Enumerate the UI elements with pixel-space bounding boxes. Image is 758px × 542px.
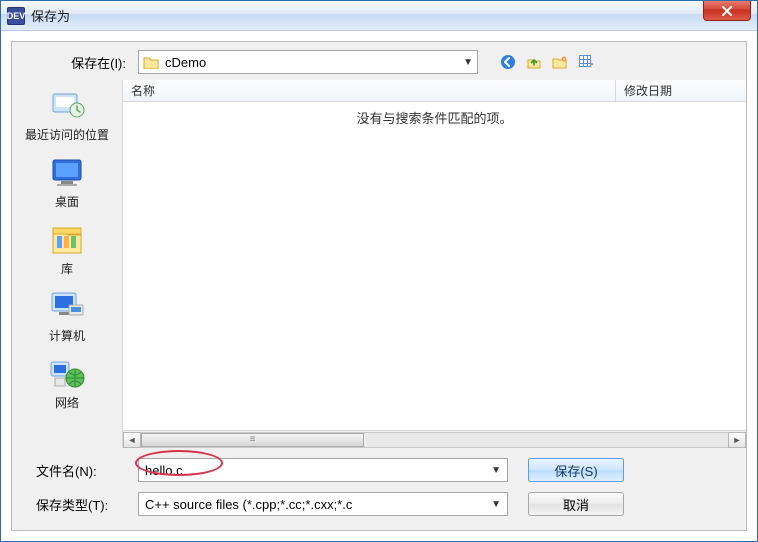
titlebar: DEV 保存为 xyxy=(1,1,757,31)
filetype-value: C++ source files (*.cpp;*.cc;*.cxx;*.c xyxy=(145,497,352,512)
places-sidebar: 最近访问的位置 桌面 库 xyxy=(12,80,122,448)
chevron-down-icon: ▼ xyxy=(491,499,501,510)
close-icon xyxy=(721,5,733,17)
filetype-row: 保存类型(T): C++ source files (*.cpp;*.cc;*.… xyxy=(26,492,732,516)
places-computer-label: 计算机 xyxy=(49,327,85,344)
horizontal-scrollbar[interactable]: ◄ ► xyxy=(123,430,746,448)
dialog-body: 保存在(I): cDemo ▼ ★ xyxy=(1,31,757,541)
chevron-down-icon: ▼ xyxy=(491,465,501,476)
location-bar: 保存在(I): cDemo ▼ ★ xyxy=(12,42,746,80)
places-libraries-label: 库 xyxy=(61,260,73,277)
libraries-icon xyxy=(47,222,87,258)
places-network-label: 网络 xyxy=(55,394,79,411)
inner-frame: 保存在(I): cDemo ▼ ★ xyxy=(11,41,747,531)
mid-area: 最近访问的位置 桌面 库 xyxy=(12,80,746,448)
new-folder-button[interactable]: ★ xyxy=(550,52,570,72)
network-icon xyxy=(47,356,87,392)
save-as-dialog: DEV 保存为 保存在(I): cDemo ▼ xyxy=(0,0,758,542)
file-list[interactable]: 没有与搜索条件匹配的项。 xyxy=(123,102,746,430)
filetype-label: 保存类型(T): xyxy=(26,495,138,514)
filename-label: 文件名(N): xyxy=(26,461,138,480)
scroll-right-arrow[interactable]: ► xyxy=(728,432,746,448)
back-arrow-icon xyxy=(500,54,516,70)
up-button[interactable] xyxy=(524,52,544,72)
computer-icon xyxy=(47,289,87,325)
filetype-dropdown[interactable]: C++ source files (*.cpp;*.cc;*.cxx;*.c ▼ xyxy=(138,492,508,516)
places-network[interactable]: 网络 xyxy=(12,352,122,417)
places-recent-label: 最近访问的位置 xyxy=(25,126,109,143)
cancel-button[interactable]: 取消 xyxy=(528,492,624,516)
places-computer[interactable]: 计算机 xyxy=(12,285,122,350)
save-button[interactable]: 保存(S) xyxy=(528,458,624,482)
filename-input[interactable]: hello.c ▼ xyxy=(138,458,508,482)
up-folder-icon xyxy=(526,54,542,70)
folder-dropdown[interactable]: cDemo ▼ xyxy=(138,50,478,74)
toolbar-icons: ★ xyxy=(498,52,596,72)
filename-row: 文件名(N): hello.c ▼ 保存(S) xyxy=(26,458,732,482)
file-list-area: 名称 修改日期 没有与搜索条件匹配的项。 ◄ ► xyxy=(122,80,746,448)
save-in-label: 保存在(I): xyxy=(20,53,132,72)
scroll-track[interactable] xyxy=(141,432,728,448)
col-date[interactable]: 修改日期 xyxy=(616,80,746,101)
back-button[interactable] xyxy=(498,52,518,72)
desktop-icon xyxy=(47,155,87,191)
scroll-thumb[interactable] xyxy=(141,433,364,447)
app-icon: DEV xyxy=(7,7,25,25)
places-desktop-label: 桌面 xyxy=(55,193,79,210)
filename-value: hello.c xyxy=(145,463,183,478)
recent-icon xyxy=(47,88,87,124)
empty-message: 没有与搜索条件匹配的项。 xyxy=(356,108,512,127)
chevron-down-icon: ▼ xyxy=(463,57,473,68)
view-grid-icon xyxy=(578,54,594,70)
window-title: 保存为 xyxy=(31,6,70,25)
bottom-panel: 文件名(N): hello.c ▼ 保存(S) 保存类型(T): C++ sou… xyxy=(12,448,746,530)
new-folder-icon: ★ xyxy=(552,54,568,70)
scroll-left-arrow[interactable]: ◄ xyxy=(123,432,141,448)
col-name[interactable]: 名称 xyxy=(123,80,616,101)
column-headers: 名称 修改日期 xyxy=(123,80,746,102)
places-recent[interactable]: 最近访问的位置 xyxy=(12,84,122,149)
folder-icon xyxy=(143,55,159,69)
places-libraries[interactable]: 库 xyxy=(12,218,122,283)
folder-name: cDemo xyxy=(165,55,206,70)
svg-text:★: ★ xyxy=(562,57,566,62)
close-button[interactable] xyxy=(703,1,751,21)
places-desktop[interactable]: 桌面 xyxy=(12,151,122,216)
view-menu-button[interactable] xyxy=(576,52,596,72)
